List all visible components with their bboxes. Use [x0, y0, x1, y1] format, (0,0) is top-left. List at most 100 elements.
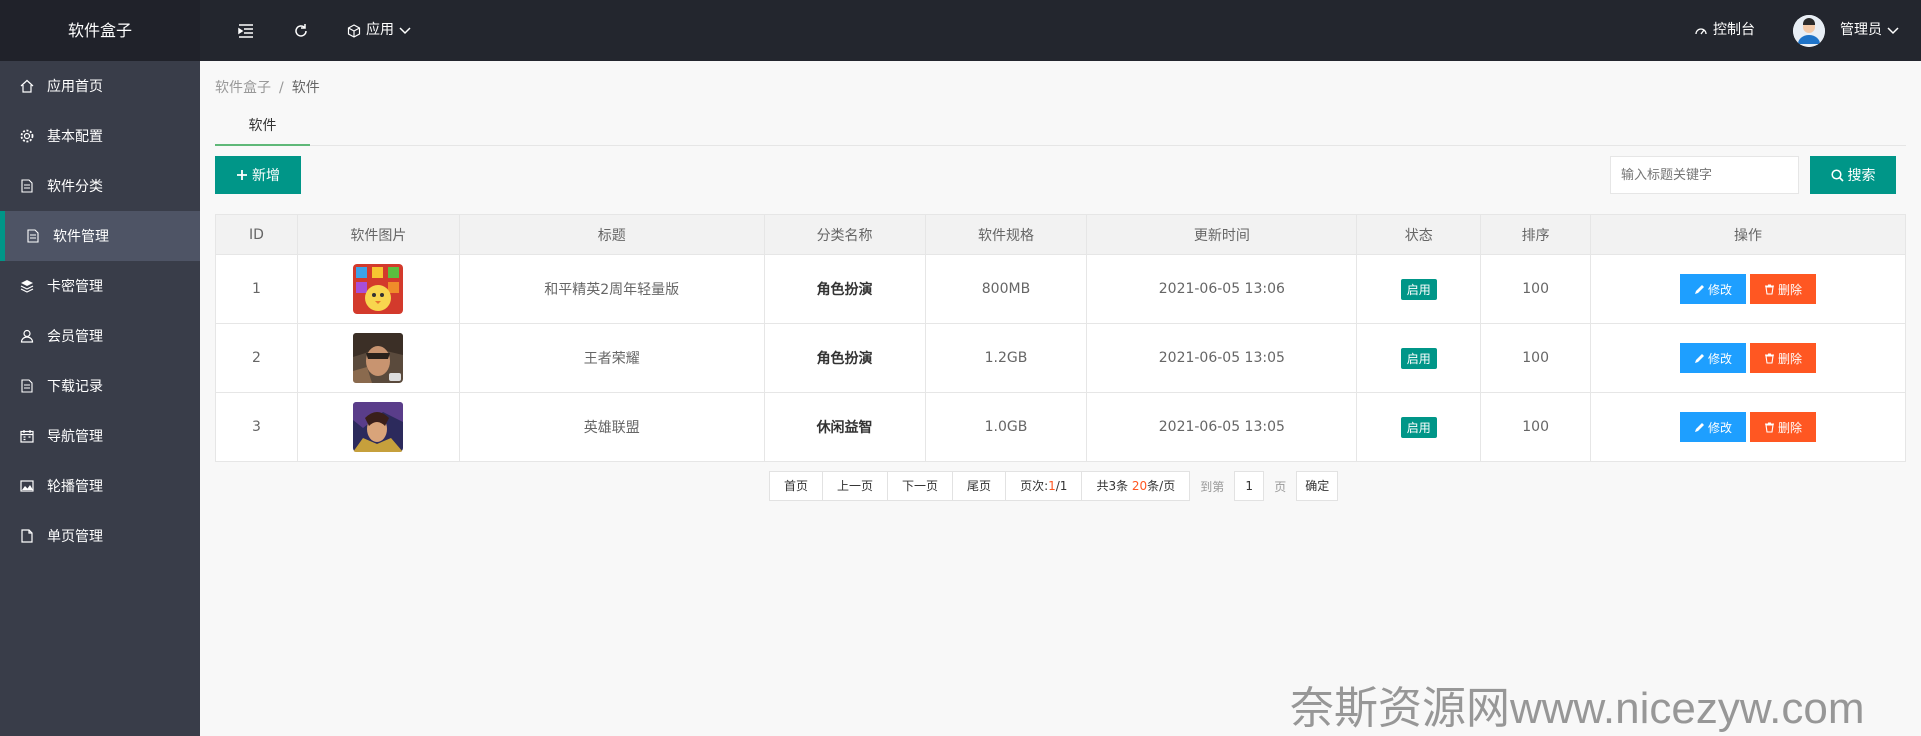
sidebar-item-pages[interactable]: 单页管理	[0, 511, 200, 561]
goto-prefix: 到第	[1200, 479, 1225, 494]
console-link[interactable]: 控制台	[1694, 0, 1755, 61]
software-thumbnail[interactable]	[353, 402, 404, 452]
delete-button-label: 删除	[1778, 351, 1803, 366]
sidebar-item-label: 软件分类	[47, 179, 103, 195]
sidebar-item-label: 轮播管理	[47, 479, 103, 495]
user-menu[interactable]: 管理员	[1793, 0, 1899, 61]
cube-icon	[347, 23, 361, 38]
sidebar-item-label: 导航管理	[47, 429, 103, 445]
trash-icon	[1765, 421, 1775, 433]
pencil-icon	[1695, 284, 1705, 294]
dashboard-icon	[1695, 27, 1707, 34]
breadcrumb-root[interactable]: 软件盒子	[215, 80, 271, 96]
status-badge[interactable]: 启用	[1400, 347, 1437, 369]
page-first[interactable]: 首页	[769, 471, 824, 501]
per-page-suffix: 条/页	[1147, 479, 1176, 493]
search-input[interactable]	[1610, 156, 1799, 194]
delete-button[interactable]: 删除	[1750, 412, 1817, 442]
goto-confirm-button[interactable]: 确定	[1296, 471, 1339, 501]
search-button-label: 搜索	[1847, 168, 1876, 184]
layers-icon	[20, 279, 34, 293]
sidebar: 应用首页 基本配置 软件分类 软件管理 卡密管理 会员管理 下载记录 导航管理 …	[0, 61, 200, 736]
edit-button-label: 修改	[1708, 351, 1733, 366]
avatar-icon	[1793, 14, 1825, 47]
page-prev[interactable]: 上一页	[822, 471, 889, 501]
user-name: 管理员	[1840, 22, 1882, 38]
breadcrumb-current: 软件	[291, 80, 320, 96]
refresh-button[interactable]	[293, 0, 309, 61]
column-header: ID	[215, 214, 298, 255]
sidebar-item-members[interactable]: 会员管理	[0, 311, 200, 361]
page-next[interactable]: 下一页	[887, 471, 954, 501]
delete-button[interactable]: 删除	[1750, 274, 1817, 304]
menu-toggle-button[interactable]	[238, 0, 254, 61]
gear-icon	[20, 129, 34, 143]
cell-updated: 2021-06-05 13:05	[1086, 392, 1358, 462]
watermark: 奈斯资源网www.nicezyw.com	[1290, 684, 1865, 733]
delete-button-label: 删除	[1778, 282, 1803, 297]
pencil-icon	[1695, 422, 1705, 432]
status-badge[interactable]: 启用	[1400, 416, 1437, 438]
sidebar-item-label: 会员管理	[47, 329, 103, 345]
column-header: 排序	[1480, 214, 1592, 255]
sidebar-item-label: 卡密管理	[47, 279, 103, 295]
cell-order: 100	[1480, 323, 1592, 393]
indent-icon	[238, 23, 253, 38]
sidebar-item-category[interactable]: 软件分类	[0, 161, 200, 211]
cell-updated: 2021-06-05 13:05	[1086, 323, 1358, 393]
edit-button[interactable]: 修改	[1680, 343, 1747, 373]
sidebar-item-home[interactable]: 应用首页	[0, 61, 200, 111]
edit-button[interactable]: 修改	[1680, 412, 1747, 442]
sidebar-item-label: 下载记录	[47, 379, 103, 395]
cell-category: 角色扮演	[763, 254, 926, 324]
page-icon	[20, 529, 34, 543]
sidebar-item-navigation[interactable]: 导航管理	[0, 411, 200, 461]
page-last[interactable]: 尾页	[952, 471, 1007, 501]
delete-button[interactable]: 删除	[1750, 343, 1817, 373]
goto-page-input[interactable]: 1	[1234, 471, 1265, 501]
page-info: 页次:1/1	[1005, 471, 1083, 501]
cell-order: 100	[1480, 254, 1592, 324]
app-menu[interactable]: 应用	[347, 0, 411, 61]
cell-actions: 修改 删除	[1590, 254, 1906, 324]
edit-button[interactable]: 修改	[1680, 274, 1747, 304]
sidebar-item-software[interactable]: 软件管理	[0, 211, 200, 261]
edit-button-label: 修改	[1708, 420, 1733, 435]
trash-icon	[1765, 283, 1775, 295]
sidebar-item-carousel[interactable]: 轮播管理	[0, 461, 200, 511]
sidebar-item-config[interactable]: 基本配置	[0, 111, 200, 161]
file-icon	[26, 229, 40, 243]
cell-id: 2	[215, 323, 298, 393]
column-header: 分类名称	[763, 214, 926, 255]
column-header: 软件规格	[924, 214, 1088, 255]
cell-id: 1	[215, 254, 298, 324]
column-header: 软件图片	[296, 214, 460, 255]
sidebar-item-label: 软件管理	[53, 229, 109, 245]
sidebar-item-downloads[interactable]: 下载记录	[0, 361, 200, 411]
table-row: 3 英雄联盟 休闲益智 1.0GB 2021-06-05 13:05 启用 10…	[215, 392, 1906, 462]
edit-button-label: 修改	[1708, 282, 1733, 297]
top-header: 软件盒子 应用 控制台 管理员	[0, 0, 1921, 61]
column-header: 标题	[458, 214, 765, 255]
search-icon	[1830, 168, 1844, 182]
add-button[interactable]: 新增	[215, 156, 301, 194]
user-icon	[20, 329, 34, 343]
cell-id: 3	[215, 392, 298, 462]
main-content: 软件盒子 / 软件 软件 新增 搜索 ID 软件图片 标题 分类名称 软件规格 更新…	[200, 61, 1921, 736]
software-thumbnail[interactable]	[353, 333, 404, 383]
page-total: /1	[1055, 479, 1068, 493]
search-button[interactable]: 搜索	[1810, 156, 1896, 194]
app-logo[interactable]: 软件盒子	[0, 0, 200, 61]
table-header-row: ID 软件图片 标题 分类名称 软件规格 更新时间 状态 排序 操作	[215, 214, 1906, 255]
breadcrumb-separator: /	[279, 80, 284, 96]
status-badge[interactable]: 启用	[1400, 278, 1437, 300]
per-page-count: 20	[1131, 479, 1148, 493]
column-header: 操作	[1590, 214, 1906, 255]
software-thumbnail[interactable]	[353, 264, 404, 314]
total-prefix: 共3条	[1096, 479, 1132, 493]
page-info-prefix: 页次:	[1020, 479, 1049, 493]
tab-software[interactable]: 软件	[215, 106, 310, 146]
cell-size: 1.2GB	[924, 323, 1088, 393]
plus-icon	[237, 170, 247, 180]
sidebar-item-cards[interactable]: 卡密管理	[0, 261, 200, 311]
